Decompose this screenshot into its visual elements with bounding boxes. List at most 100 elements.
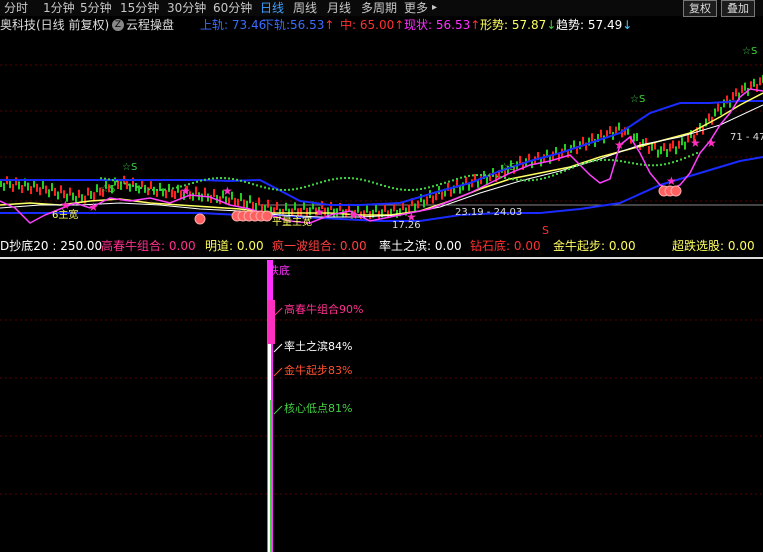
green-dot xyxy=(460,176,462,179)
restore-right-button[interactable]: 复权 xyxy=(683,0,717,17)
period-tab-more[interactable]: 更多 xyxy=(404,0,428,16)
candle xyxy=(60,185,62,194)
candle xyxy=(213,188,215,197)
more-arrow-icon[interactable]: ▸ xyxy=(432,0,437,16)
green-dot xyxy=(132,184,134,187)
candle xyxy=(708,113,710,122)
green-dot xyxy=(332,178,334,181)
green-dot xyxy=(684,157,686,160)
candle xyxy=(15,177,17,186)
period-tab-multi[interactable]: 多周期 xyxy=(361,0,397,16)
candle xyxy=(9,180,11,189)
candle xyxy=(366,204,368,213)
green-dot xyxy=(604,158,606,161)
svg-text:★: ★ xyxy=(614,138,625,152)
period-tab-30min[interactable]: 30分钟 xyxy=(167,0,206,16)
green-dot xyxy=(492,174,494,177)
green-dot xyxy=(340,177,342,180)
green-dot xyxy=(612,159,614,162)
star-sell-label-2: ☆S xyxy=(100,184,116,195)
green-dot xyxy=(388,186,390,189)
green-dot xyxy=(444,181,446,184)
green-dot xyxy=(504,176,506,179)
green-dot xyxy=(432,185,434,188)
candle xyxy=(285,202,287,211)
green-dot xyxy=(208,178,210,181)
candle xyxy=(138,185,140,194)
formula-z-badge[interactable]: Z xyxy=(112,19,124,31)
green-dot xyxy=(224,177,226,180)
svg-text:★: ★ xyxy=(706,136,717,150)
star-sell-label-4: ☆S xyxy=(742,46,758,57)
indicator-situation: 形势: 57.87↓ xyxy=(480,18,557,32)
green-dot xyxy=(620,160,622,163)
bar-label-lvtuzhibin: 率土之滨84% xyxy=(284,340,353,353)
svg-text:★: ★ xyxy=(88,200,99,214)
lower-indicator-panel[interactable] xyxy=(0,260,763,552)
green-dot xyxy=(456,177,458,180)
period-tab-15min[interactable]: 15分钟 xyxy=(120,0,159,16)
green-dot xyxy=(260,185,262,188)
candle xyxy=(177,184,179,193)
candle xyxy=(633,133,635,142)
price-chart[interactable]: ★ ★ ★ ★ ★ ★ ★ ★ ★ ★ ★ S xyxy=(0,33,763,238)
candle xyxy=(93,192,95,201)
candle xyxy=(147,187,149,196)
candle xyxy=(672,140,674,149)
green-dot xyxy=(528,179,530,182)
period-tab-1min[interactable]: 1分钟 xyxy=(43,0,75,16)
green-dot xyxy=(204,178,206,181)
period-tab-5min[interactable]: 5分钟 xyxy=(80,0,112,16)
green-dot xyxy=(580,163,582,166)
green-dot xyxy=(264,186,266,189)
green-dot xyxy=(312,183,314,186)
period-tab-fenshi[interactable]: 分时 xyxy=(4,0,28,16)
green-dot xyxy=(420,188,422,191)
green-dot xyxy=(508,177,510,180)
indicator-mid: 中: 65.00↑ xyxy=(340,18,405,32)
green-dot xyxy=(636,162,638,165)
green-dot xyxy=(156,188,158,191)
candle xyxy=(255,202,257,211)
period-tab-monthly[interactable]: 月线 xyxy=(327,0,351,16)
green-dot xyxy=(284,188,286,191)
green-dot xyxy=(120,181,122,184)
green-dot xyxy=(172,187,174,190)
candle xyxy=(426,196,428,205)
green-dot xyxy=(476,174,478,177)
green-dot xyxy=(128,183,130,186)
green-dot xyxy=(216,177,218,180)
formula-name[interactable]: 云程操盘 xyxy=(126,17,174,33)
star-sell-label-1: ☆S xyxy=(122,162,138,173)
overlay-button[interactable]: 叠加 xyxy=(721,0,755,17)
candle xyxy=(741,85,743,94)
candle xyxy=(165,190,167,199)
candle xyxy=(582,136,584,145)
green-dot xyxy=(244,180,246,183)
green-dot xyxy=(692,153,694,156)
candle xyxy=(87,187,89,196)
green-dot xyxy=(464,175,466,178)
candle xyxy=(81,194,83,203)
green-dot xyxy=(500,176,502,179)
green-dot xyxy=(108,178,110,181)
sub-item-1: 高春牛组合: 0.00 xyxy=(101,239,196,253)
candle xyxy=(459,185,461,194)
green-dot xyxy=(364,179,366,182)
green-dot xyxy=(104,177,106,180)
candle xyxy=(753,78,755,87)
candle xyxy=(54,187,56,196)
period-tab-daily[interactable]: 日线 xyxy=(260,0,284,16)
candle xyxy=(750,81,752,90)
candle xyxy=(600,129,602,138)
star-sell-label-3: ☆S xyxy=(630,94,646,105)
candle xyxy=(243,199,245,208)
green-dot xyxy=(596,159,598,162)
green-dot xyxy=(324,180,326,183)
green-dot xyxy=(380,183,382,186)
period-tab-weekly[interactable]: 周线 xyxy=(293,0,317,16)
candle xyxy=(723,99,725,108)
period-tab-60min[interactable]: 60分钟 xyxy=(213,0,252,16)
green-dot xyxy=(292,188,294,191)
candle xyxy=(57,191,59,200)
